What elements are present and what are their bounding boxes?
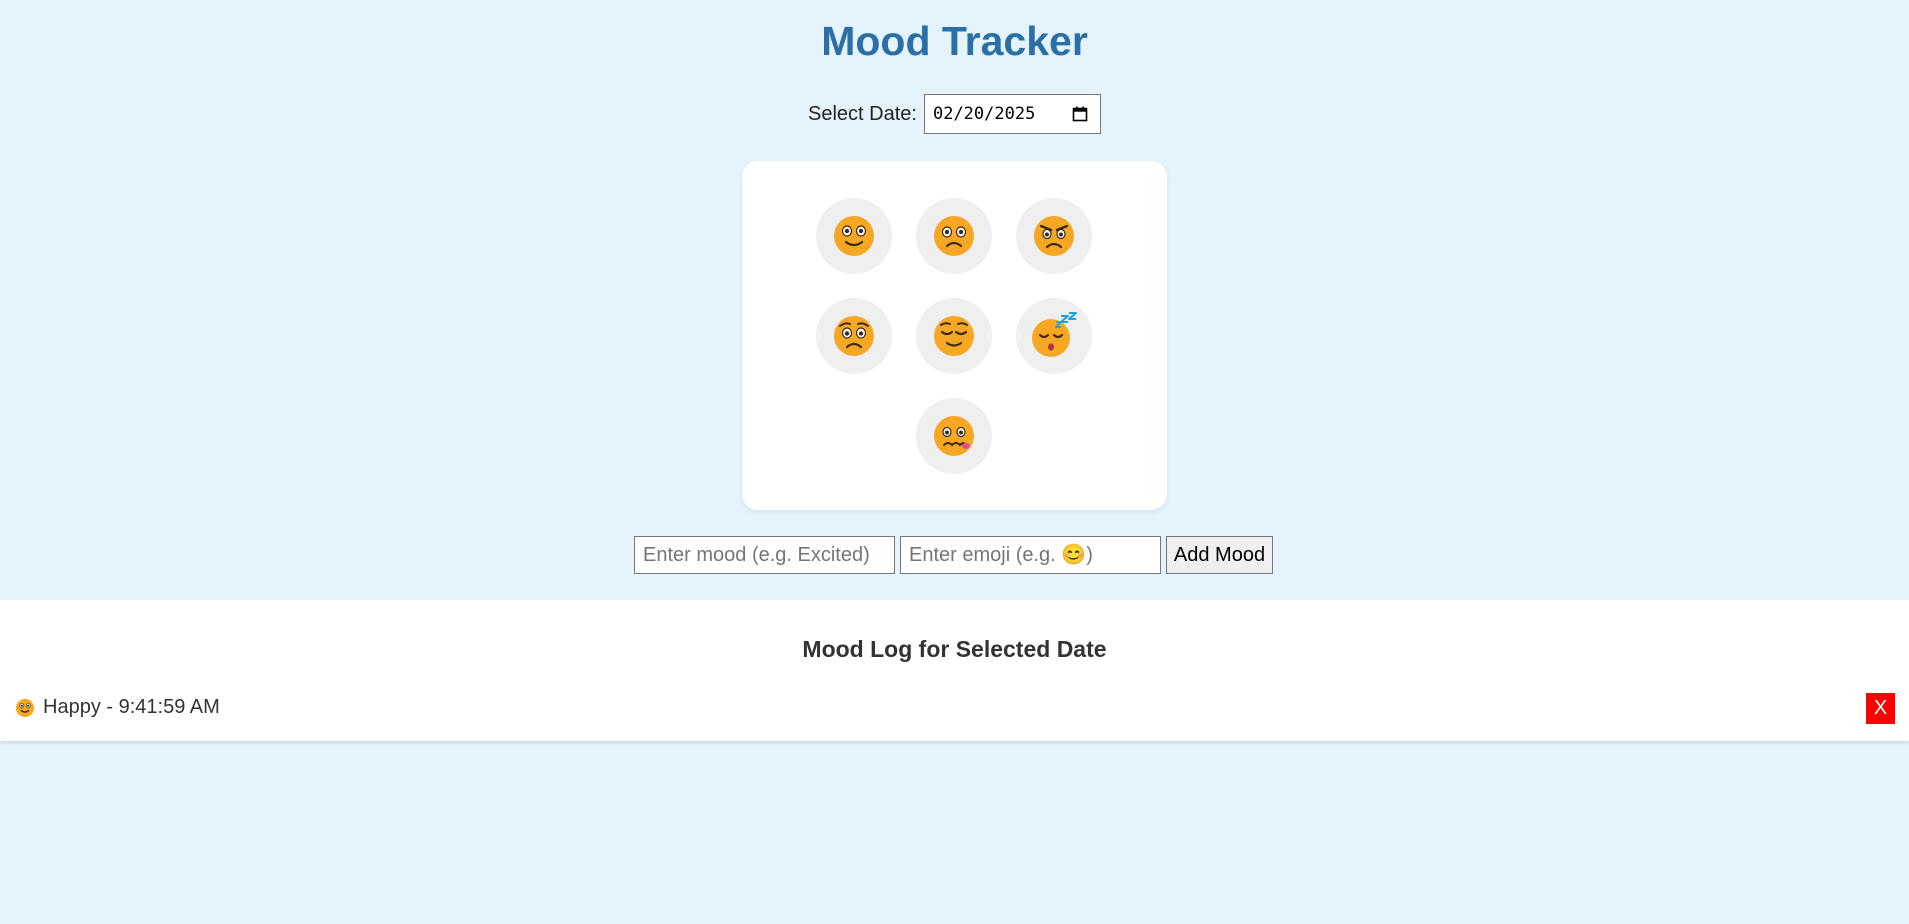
- relieved-face-icon: [934, 316, 974, 356]
- sad-face-icon: [934, 216, 974, 256]
- date-row: Select Date: 02/20/2025: [0, 94, 1909, 134]
- angry-face-icon: [1034, 216, 1074, 256]
- mood-emoji-input[interactable]: [900, 536, 1161, 574]
- calendar-icon[interactable]: [1072, 106, 1088, 122]
- woozy-face-icon: [934, 416, 974, 456]
- page-title: Mood Tracker: [821, 18, 1088, 64]
- mood-selector-card: [742, 161, 1167, 510]
- happy-face-icon: [834, 216, 874, 256]
- mood-tracker-page: Mood Tracker Select Date: 02/20/2025 Ent…: [0, 0, 1909, 924]
- mood-button-worried[interactable]: [816, 298, 892, 374]
- mood-button-relieved[interactable]: [916, 298, 992, 374]
- mood-button-angry[interactable]: [1016, 198, 1092, 274]
- mood-log-panel: Mood Log for Selected Date Happy - 9:41:…: [0, 600, 1909, 741]
- happy-face-icon: [15, 698, 35, 717]
- date-input[interactable]: 02/20/2025: [923, 94, 1101, 134]
- mood-button-sleepy[interactable]: [1016, 298, 1092, 374]
- sleeping-face-icon: [1032, 312, 1077, 357]
- delete-entry-button[interactable]: X: [1866, 693, 1895, 724]
- date-value: 02/20/2025: [932, 104, 1036, 124]
- mood-button-happy[interactable]: [816, 198, 892, 274]
- mood-name-input[interactable]: [634, 536, 895, 574]
- date-label: Select Date:: [808, 102, 917, 125]
- mood-log-title: Mood Log for Selected Date: [802, 636, 1107, 662]
- mood-button-sick[interactable]: [916, 398, 992, 474]
- worried-face-icon: [834, 316, 874, 356]
- mood-log-entry: Happy - 9:41:59 AM: [15, 696, 220, 719]
- mood-log-entry-text: Happy - 9:41:59 AM: [43, 696, 220, 718]
- add-mood-form: Add Mood: [634, 536, 1273, 574]
- add-mood-button[interactable]: Add Mood: [1166, 536, 1273, 574]
- mood-button-sad[interactable]: [916, 198, 992, 274]
